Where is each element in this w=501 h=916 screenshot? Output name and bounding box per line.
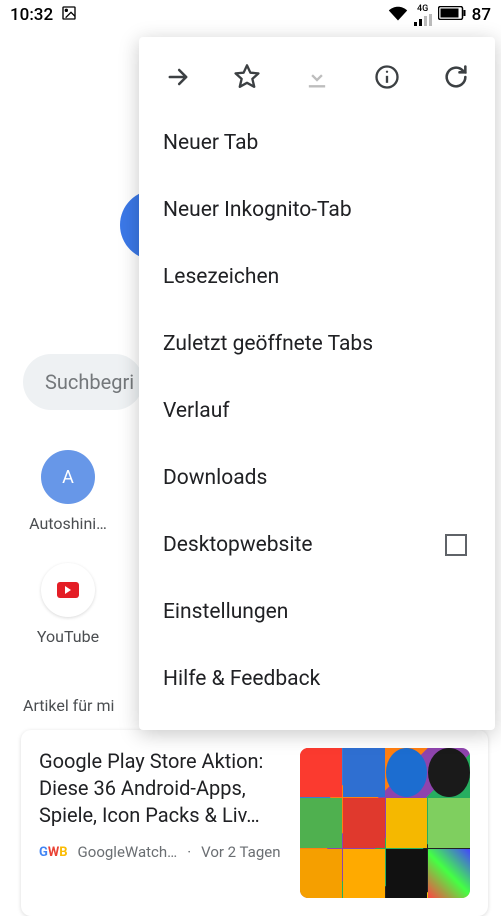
picture-icon — [61, 5, 77, 26]
shortcut-avatar: A — [41, 450, 95, 504]
article-age: Vor 2 Tagen — [201, 843, 280, 861]
menu-item-downloads[interactable]: Downloads — [139, 444, 495, 511]
menu-item-history[interactable]: Verlauf — [139, 377, 495, 444]
article-title: Google Play Store Aktion: Diese 36 Andro… — [39, 748, 288, 829]
shortcut-label: Autoshini… — [29, 514, 107, 533]
reload-icon — [442, 63, 470, 91]
shortcut-avatar — [41, 563, 95, 617]
download-icon — [303, 63, 331, 91]
shortcut-label: YouTube — [37, 627, 99, 646]
status-time: 10:32 — [10, 5, 53, 25]
info-icon — [373, 63, 401, 91]
article-source: GoogleWatch… — [78, 843, 178, 861]
wifi-icon — [388, 5, 408, 26]
search-input[interactable]: Suchbegri — [23, 354, 143, 410]
menu-item-help[interactable]: Hilfe & Feedback — [139, 645, 495, 712]
youtube-icon — [57, 582, 79, 598]
battery-text: 87 — [472, 5, 491, 25]
overflow-menu: Neuer Tab Neuer Inkognito-Tab Lesezeiche… — [139, 37, 495, 730]
articles-header: Artikel für mi — [23, 696, 114, 715]
search-placeholder: Suchbegri — [45, 370, 134, 394]
forward-button[interactable] — [154, 53, 202, 101]
battery-icon — [438, 5, 466, 25]
reload-button[interactable] — [432, 53, 480, 101]
menu-item-bookmarks[interactable]: Lesezeichen — [139, 243, 495, 310]
forward-icon — [164, 63, 192, 91]
download-button[interactable] — [293, 53, 341, 101]
menu-item-new-tab[interactable]: Neuer Tab — [139, 109, 495, 176]
menu-item-desktop-site[interactable]: Desktopwebsite — [139, 511, 495, 578]
article-thumbnail — [300, 748, 470, 898]
menu-item-settings[interactable]: Einstellungen — [139, 578, 495, 645]
shortcut-autoshine[interactable]: A Autoshini… — [23, 450, 113, 533]
signal-icon: 4G — [414, 5, 432, 26]
source-badge: GWB — [39, 845, 68, 860]
desktop-site-checkbox[interactable] — [445, 534, 467, 556]
article-card[interactable]: Google Play Store Aktion: Diese 36 Andro… — [21, 730, 488, 916]
bookmark-button[interactable] — [223, 53, 271, 101]
article-separator: · — [187, 843, 191, 861]
menu-item-recent-tabs[interactable]: Zuletzt geöffnete Tabs — [139, 310, 495, 377]
star-icon — [233, 63, 261, 91]
shortcut-youtube[interactable]: YouTube — [23, 563, 113, 646]
menu-item-incognito[interactable]: Neuer Inkognito-Tab — [139, 176, 495, 243]
info-button[interactable] — [363, 53, 411, 101]
status-bar: 10:32 4G 87 — [0, 0, 501, 30]
